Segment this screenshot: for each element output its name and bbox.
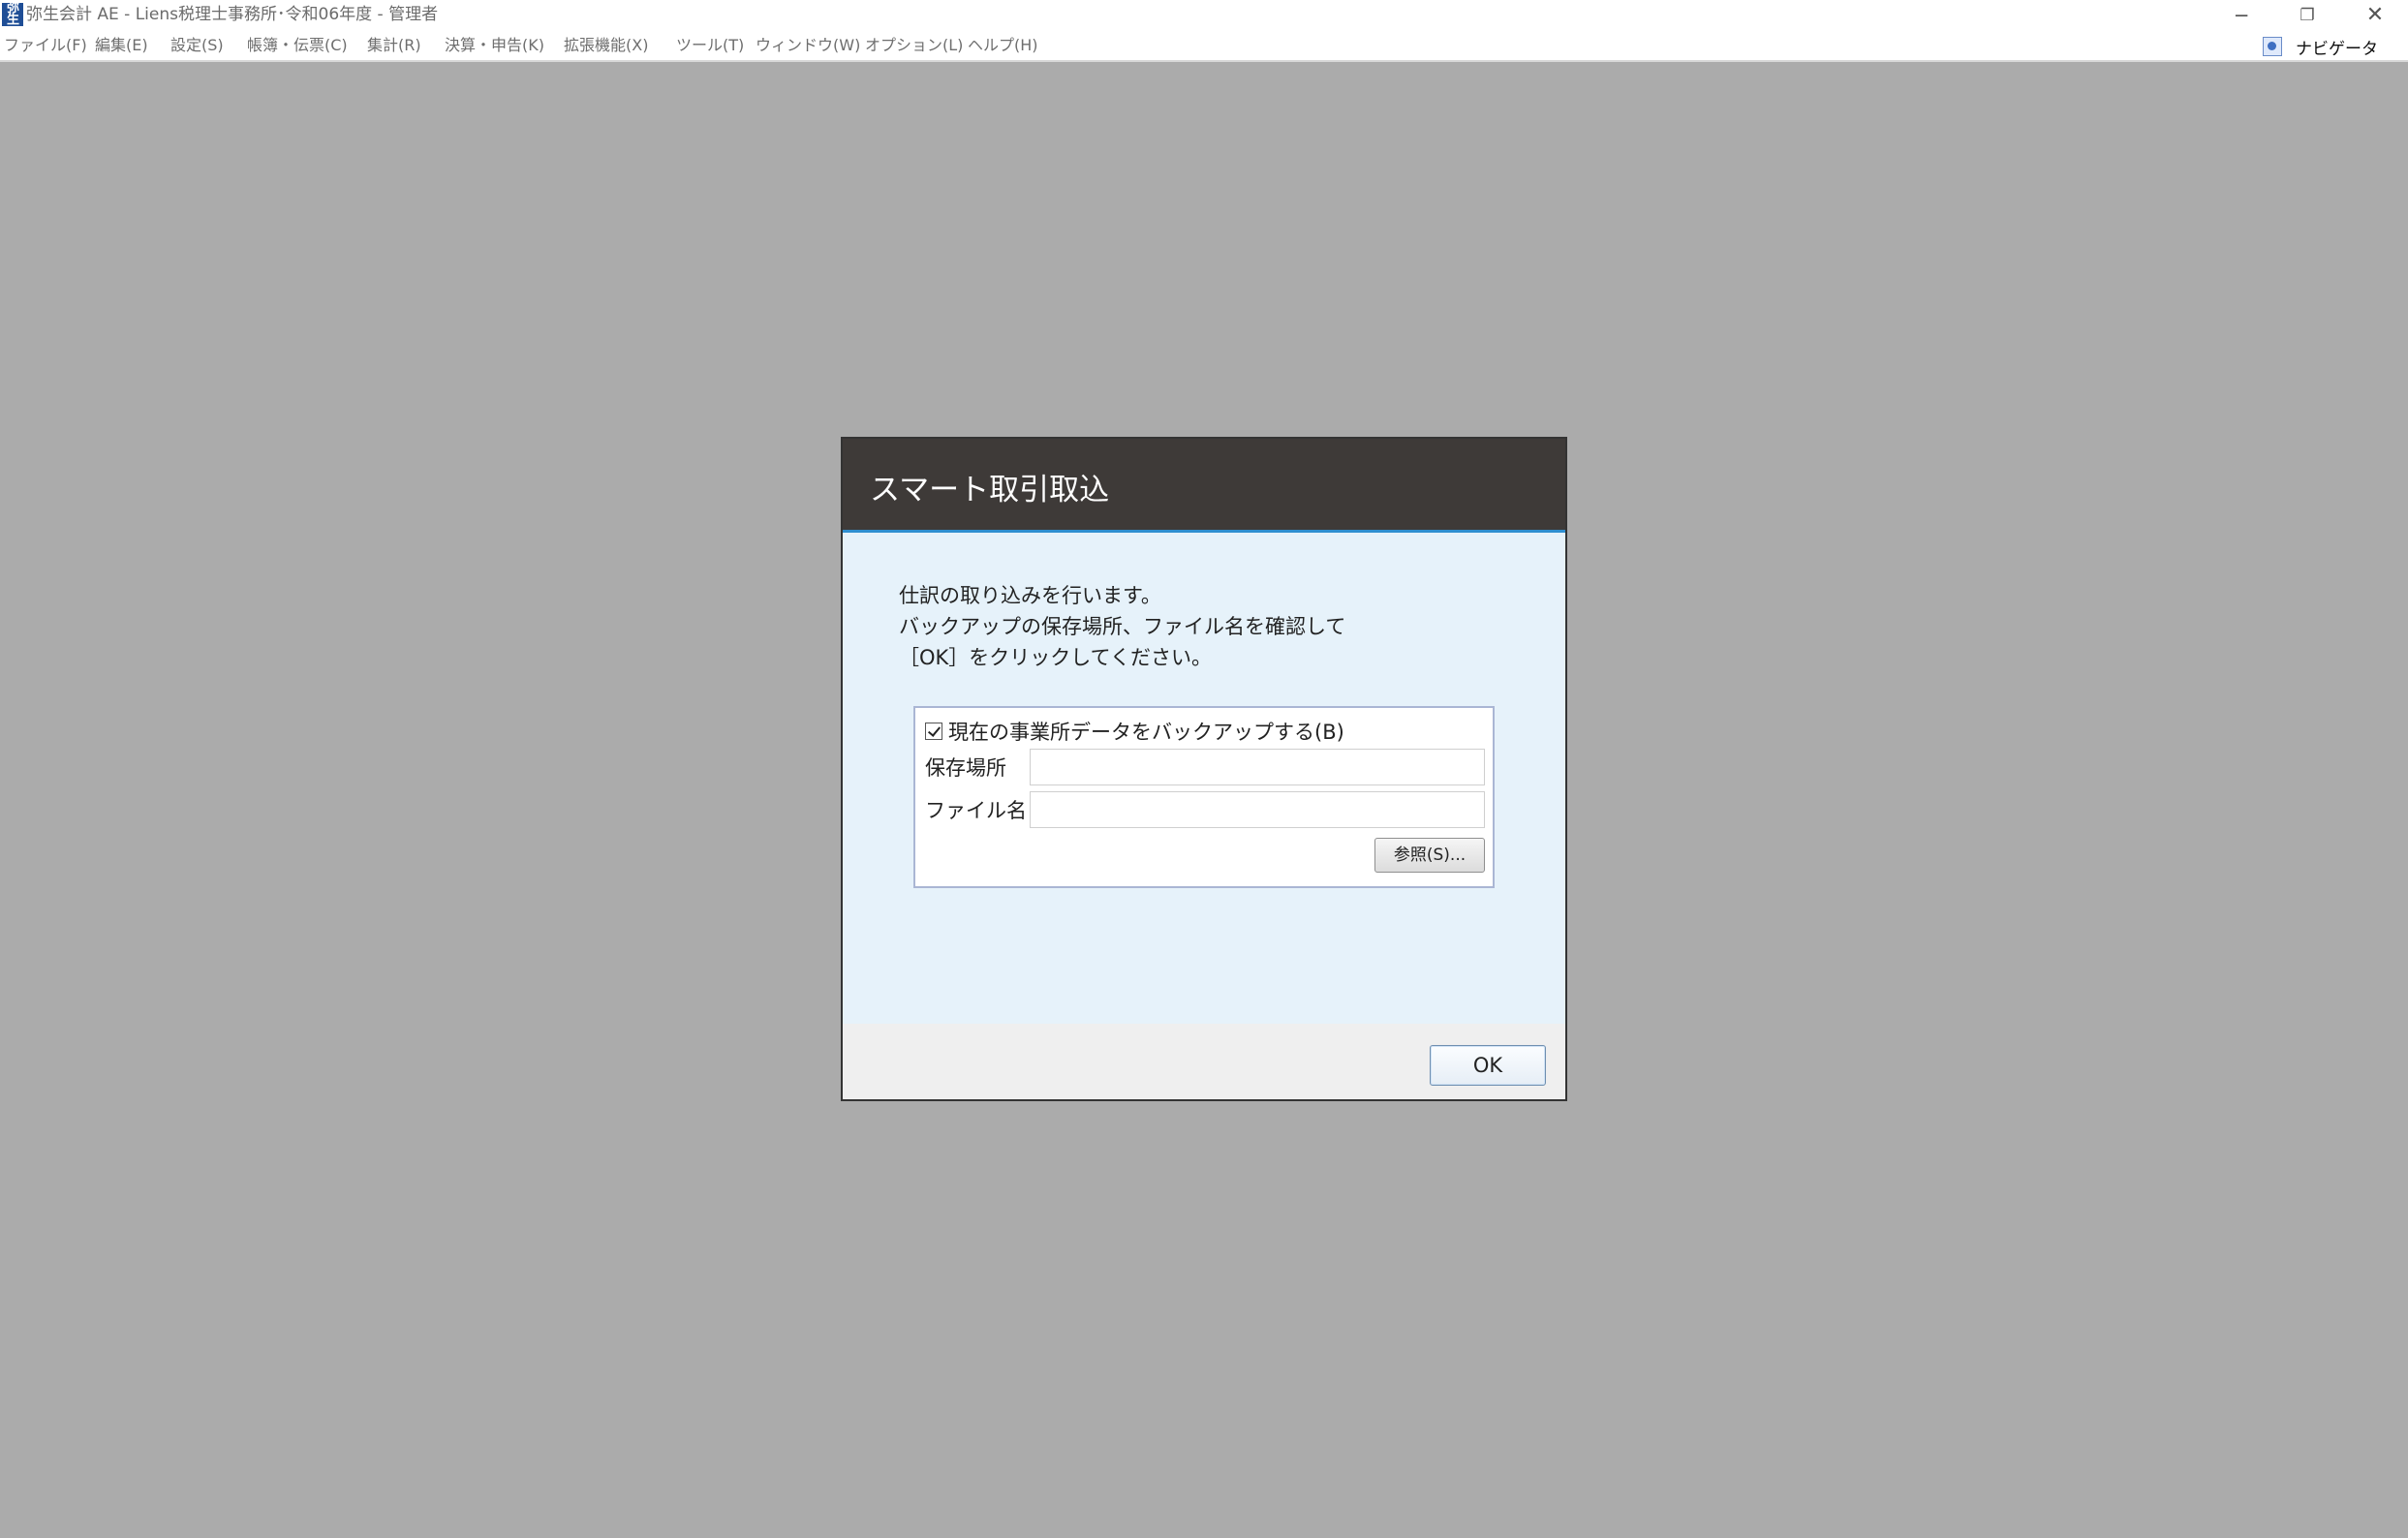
backup-checkbox-label[interactable]: 現在の事業所データをバックアップする(B)	[948, 717, 1344, 746]
menu-help[interactable]: ヘルプ(H)	[968, 34, 1038, 57]
menu-options[interactable]: オプション(L)	[865, 34, 963, 57]
dialog-header: スマート取引取込	[843, 439, 1565, 533]
ok-button[interactable]: OK	[1430, 1045, 1546, 1086]
app-logo-icon: 弥生	[2, 3, 23, 26]
menu-edit[interactable]: 編集(E)	[95, 34, 148, 57]
menu-extensions[interactable]: 拡張機能(X)	[564, 34, 648, 57]
dialog-message: 仕訳の取り込みを行います。 バックアップの保存場所、ファイル名を確認して ［OK…	[899, 580, 1345, 673]
menu-closing-filing[interactable]: 決算・申告(K)	[445, 34, 544, 57]
menu-window[interactable]: ウィンドウ(W)	[756, 34, 860, 57]
navigator-label: ナビゲータ	[2296, 39, 2378, 59]
menu-books-vouchers[interactable]: 帳簿・伝票(C)	[247, 34, 348, 57]
title-bar: 弥生 弥生会計 AE - Liens税理士事務所･令和06年度 - 管理者 ─ …	[0, 0, 2408, 31]
navigator-button[interactable]: ナビゲータ	[2263, 34, 2378, 59]
menu-settings[interactable]: 設定(S)	[170, 34, 224, 57]
menu-tools[interactable]: ツール(T)	[676, 34, 744, 57]
location-label: 保存場所	[925, 756, 1006, 780]
message-line: バックアップの保存場所、ファイル名を確認して	[899, 615, 1346, 638]
message-line: 仕訳の取り込みを行います。	[899, 584, 1161, 607]
backup-group: 現在の事業所データをバックアップする(B) 保存場所 ファイル名 参照(S)..…	[913, 706, 1495, 888]
menu-bar: ファイル(F) 編集(E) 設定(S) 帳簿・伝票(C) 集計(R) 決算・申告…	[0, 31, 2408, 62]
dialog-title: スマート取引取込	[870, 473, 1110, 508]
menu-summary[interactable]: 集計(R)	[367, 34, 421, 57]
filename-label: ファイル名	[925, 799, 1027, 822]
minimize-button[interactable]: ─	[2208, 0, 2274, 31]
menu-file[interactable]: ファイル(F)	[4, 34, 87, 57]
location-input[interactable]	[1030, 749, 1485, 785]
browse-button[interactable]: 参照(S)...	[1374, 838, 1485, 873]
backup-checkbox[interactable]	[925, 723, 942, 740]
restore-button[interactable]: ❐	[2274, 0, 2340, 31]
backup-checkbox-row[interactable]: 現在の事業所データをバックアップする(B)	[925, 718, 1344, 745]
close-button[interactable]: ✕	[2342, 0, 2408, 31]
window-title: 弥生会計 AE - Liens税理士事務所･令和06年度 - 管理者	[26, 5, 439, 24]
smart-import-dialog: スマート取引取込 仕訳の取り込みを行います。 バックアップの保存場所、ファイル名…	[841, 437, 1567, 1101]
message-line: ［OK］をクリックしてください。	[899, 646, 1213, 669]
filename-input[interactable]	[1030, 791, 1485, 828]
navigator-icon	[2263, 37, 2282, 56]
